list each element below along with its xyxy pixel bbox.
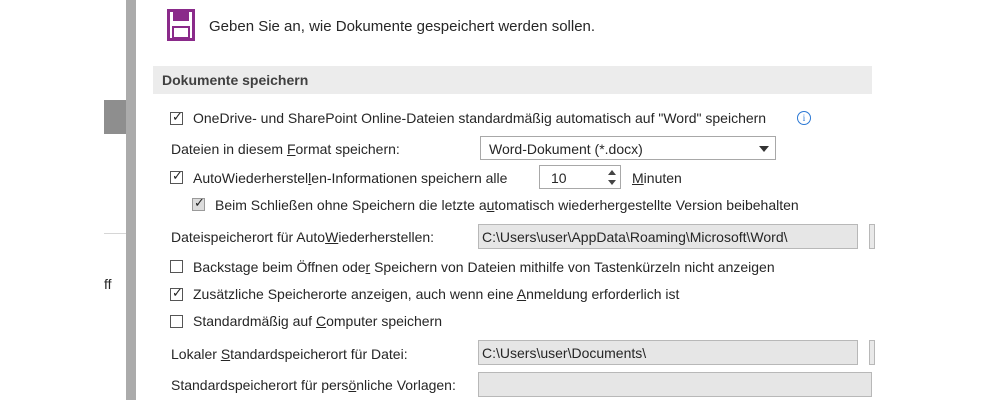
floppy-disk-icon <box>167 9 195 41</box>
templates-path-field[interactable] <box>478 372 872 397</box>
save-to-computer-checkbox[interactable] <box>170 315 183 328</box>
keep-last-version-checkbox[interactable] <box>192 196 205 211</box>
save-format-dropdown[interactable]: Word-Dokument (*.docx) <box>480 136 776 160</box>
left-nav-divider <box>104 233 126 234</box>
page-description: Geben Sie an, wie Dokumente gespeichert … <box>209 18 596 35</box>
save-format-label: Dateien in diesem Format speichern: <box>171 141 400 157</box>
save-format-value: Word-Dokument (*.docx) <box>489 141 643 157</box>
autorecover-label: AutoWiederherstellen-Informationen speic… <box>193 170 508 186</box>
templates-path-label: Standardspeicherort für persönliche Vorl… <box>171 377 456 393</box>
onedrive-autosave-checkbox[interactable] <box>170 110 183 125</box>
local-path-label: Lokaler Standardspeicherort für Datei: <box>171 346 408 362</box>
spin-up-icon[interactable] <box>608 170 616 175</box>
autorecover-path-value: C:\Users\user\AppData\Roaming\Microsoft\… <box>482 229 788 245</box>
autorecover-checkbox[interactable] <box>170 169 183 184</box>
autorecover-minutes-value: 10 <box>551 170 567 186</box>
left-nav-pane <box>104 0 126 400</box>
left-nav-item-partial[interactable]: ff <box>104 276 112 292</box>
chevron-down-icon <box>759 146 769 152</box>
local-path-value: C:\Users\user\Documents\ <box>482 345 647 361</box>
save-to-computer-label: Standardmäßig auf Computer speichern <box>193 313 443 329</box>
minutes-unit-label: Minuten <box>632 170 682 186</box>
left-nav-scroll-thumb[interactable] <box>104 100 126 134</box>
onedrive-autosave-label: OneDrive- und SharePoint Online-Dateien … <box>193 110 767 126</box>
local-path-browse-button[interactable] <box>869 340 875 365</box>
autorecover-minutes-stepper[interactable]: 10 <box>539 165 621 189</box>
info-icon[interactable]: i <box>797 111 811 125</box>
spin-down-icon[interactable] <box>608 180 616 185</box>
backstage-checkbox[interactable] <box>170 260 183 273</box>
autorecover-path-field[interactable]: C:\Users\user\AppData\Roaming\Microsoft\… <box>478 224 858 249</box>
right-margin <box>872 0 1000 400</box>
extra-locations-label: Zusätzliche Speicherorte anzeigen, auch … <box>193 286 680 302</box>
local-path-field[interactable]: C:\Users\user\Documents\ <box>478 340 858 365</box>
extra-locations-checkbox[interactable] <box>170 286 183 301</box>
backstage-label: Backstage beim Öffnen oder Speichern von… <box>193 259 775 275</box>
section-title: Dokumente speichern <box>162 72 309 88</box>
autorecover-browse-button[interactable] <box>869 224 875 249</box>
keep-last-version-label: Beim Schließen ohne Speichern die letzte… <box>215 197 799 213</box>
autorecover-path-label: Dateispeicherort für AutoWiederherstelle… <box>171 229 435 245</box>
pane-splitter[interactable] <box>126 0 136 400</box>
